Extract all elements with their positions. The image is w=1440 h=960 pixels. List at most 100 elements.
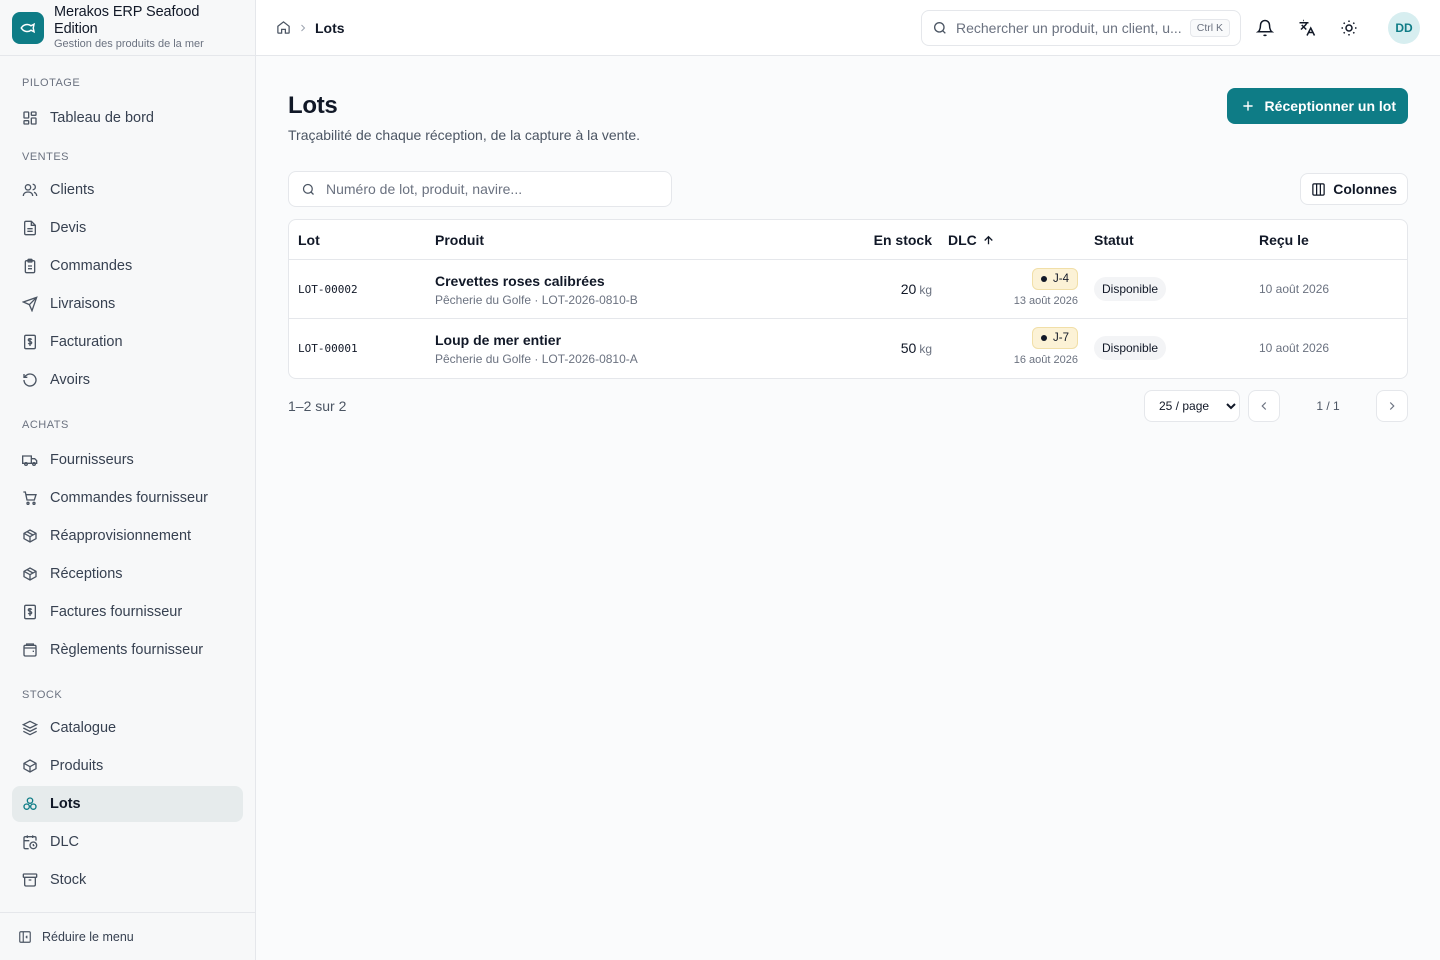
breadcrumb-current: Lots: [315, 19, 345, 36]
table-row[interactable]: LOT-00001 Loup de mer entier Pêcherie du…: [289, 319, 1407, 378]
sidebar-item-dlc[interactable]: DLC: [12, 824, 243, 860]
app-subtitle: Gestion des produits de la mer: [54, 38, 204, 50]
sidebar-item-commandes-fournisseur[interactable]: Commandes fournisseur: [12, 480, 243, 516]
search-shortcut-badge: Ctrl K: [1189, 19, 1230, 37]
receive-lot-button[interactable]: Réceptionner un lot: [1226, 88, 1408, 124]
received-date: 10 août 2026: [1259, 341, 1330, 355]
sidebar-item-tableau-de-bord[interactable]: Tableau de bord: [12, 100, 243, 136]
brand[interactable]: Merakos ERP Seafood Edition Gestion des …: [0, 0, 255, 56]
status-badge: Disponible: [1094, 336, 1167, 360]
sidebar-item-clients[interactable]: Clients: [12, 172, 243, 208]
stock-quantity: 20 kg: [901, 281, 932, 297]
bell-icon: [1256, 19, 1274, 37]
column-header-dlc[interactable]: DLC: [948, 232, 995, 248]
top-header: Lots Ctrl K DD: [256, 0, 1440, 56]
sidebar-item-label: Commandes: [50, 258, 133, 274]
package-icon: [23, 759, 37, 773]
lot-filter[interactable]: [288, 171, 672, 207]
section-label-achats: ACHATS: [22, 419, 69, 431]
home-icon[interactable]: [276, 20, 291, 35]
breadcrumb: Lots: [276, 20, 345, 36]
lot-code: LOT-00002: [298, 283, 358, 296]
document-icon: [24, 220, 36, 236]
sun-icon: [1341, 20, 1357, 36]
column-header-produit[interactable]: Produit: [435, 232, 484, 248]
search-icon: [302, 183, 314, 195]
invoice-icon: [24, 334, 36, 350]
sort-ascending-icon: [984, 235, 993, 244]
columns-button[interactable]: Colonnes: [1300, 173, 1408, 205]
wallet-icon: [23, 643, 37, 657]
sidebar-item-reapprovisionnement[interactable]: Réapprovisionnement: [12, 518, 243, 554]
dlc-badge: J-4: [1032, 268, 1078, 290]
quantity-value: 20: [900, 281, 917, 297]
theme-toggle-button[interactable]: [1337, 16, 1361, 40]
column-header-en-stock[interactable]: En stock: [874, 232, 932, 248]
layers-icon: [22, 720, 38, 736]
sidebar-item-receptions[interactable]: Réceptions: [12, 556, 243, 592]
package-icon: [23, 529, 37, 543]
product-meta: Pêcherie du Golfe · LOT-2026-0810-A: [435, 352, 638, 366]
sidebar-item-label: Tableau de bord: [50, 110, 154, 126]
dlc-date: 16 août 2026: [1013, 354, 1078, 366]
user-avatar[interactable]: DD: [1388, 12, 1420, 44]
page-title: Lots: [288, 92, 338, 119]
product-name: Loup de mer entier: [435, 332, 562, 348]
global-search[interactable]: Ctrl K: [921, 10, 1241, 46]
sidebar-item-fournisseurs[interactable]: Fournisseurs: [12, 442, 243, 478]
sidebar-collapse-icon: [19, 930, 31, 943]
chevron-left-icon: [1261, 402, 1267, 410]
refund-icon: [23, 373, 37, 387]
sidebar-item-label: DLC: [50, 834, 80, 850]
sidebar-item-label: Facturation: [50, 334, 123, 350]
sidebar-item-label: Lots: [50, 796, 81, 812]
global-search-input[interactable]: [956, 20, 1190, 36]
receive-lot-label: Réceptionner un lot: [1264, 98, 1396, 114]
plus-icon: [1242, 101, 1253, 111]
page-size-select[interactable]: 25 / page: [1144, 390, 1240, 422]
sidebar-item-label: Fournisseurs: [50, 452, 134, 468]
language-button[interactable]: [1295, 16, 1319, 40]
quantity-value: 50: [900, 340, 917, 356]
sidebar-item-label: Règlements fournisseur: [50, 642, 204, 658]
send-icon: [22, 296, 38, 312]
column-header-lot[interactable]: Lot: [298, 232, 320, 248]
sidebar-nav: PILOTAGE Tableau de bord VENTES Clients …: [0, 56, 255, 898]
dot-icon: [1041, 335, 1048, 341]
product-meta: Pêcherie du Golfe · LOT-2026-0810-B: [435, 293, 638, 307]
sidebar-item-avoirs[interactable]: Avoirs: [12, 362, 243, 398]
users-icon: [22, 183, 38, 197]
sidebar-item-label: Clients: [50, 182, 95, 198]
sidebar-item-livraisons[interactable]: Livraisons: [12, 286, 243, 322]
sidebar-item-produits[interactable]: Produits: [12, 748, 243, 784]
sidebar-item-label: Produits: [50, 758, 104, 774]
lot-filter-input[interactable]: [326, 181, 659, 197]
app-name: Merakos ERP Seafood Edition: [54, 4, 200, 37]
section-label-ventes: VENTES: [22, 151, 70, 163]
sidebar-item-facturation[interactable]: Facturation: [12, 324, 243, 360]
sidebar-item-stock[interactable]: Stock: [12, 862, 243, 898]
column-header-recu-le[interactable]: Reçu le: [1259, 232, 1309, 248]
previous-page-button[interactable]: [1248, 390, 1280, 422]
notifications-button[interactable]: [1253, 16, 1277, 40]
sidebar-item-devis[interactable]: Devis: [12, 210, 243, 246]
lot-code: LOT-00001: [298, 342, 358, 355]
app-logo-icon: [12, 11, 44, 44]
sidebar-item-lots[interactable]: Lots: [12, 786, 243, 822]
next-page-button[interactable]: [1376, 390, 1408, 422]
dashboard-icon: [23, 111, 37, 125]
sidebar-item-catalogue[interactable]: Catalogue: [12, 710, 243, 746]
clipboard-icon: [24, 258, 36, 274]
quantity-unit: kg: [919, 283, 932, 297]
sidebar-item-commandes[interactable]: Commandes: [12, 248, 243, 284]
sidebar-item-label: Catalogue: [50, 720, 117, 736]
boxes-icon: [23, 797, 37, 810]
section-label-pilotage: PILOTAGE: [22, 77, 81, 89]
collapse-menu-button[interactable]: Réduire le menu: [0, 912, 255, 960]
column-header-statut[interactable]: Statut: [1094, 232, 1134, 248]
archive-icon: [22, 873, 38, 887]
sidebar-item-reglements-fournisseur[interactable]: Règlements fournisseur: [12, 632, 243, 668]
sidebar-item-factures-fournisseur[interactable]: Factures fournisseur: [12, 594, 243, 630]
table-row[interactable]: LOT-00002 Crevettes roses calibrées Pêch…: [289, 260, 1407, 319]
sidebar-item-label: Réapprovisionnement: [50, 528, 192, 544]
